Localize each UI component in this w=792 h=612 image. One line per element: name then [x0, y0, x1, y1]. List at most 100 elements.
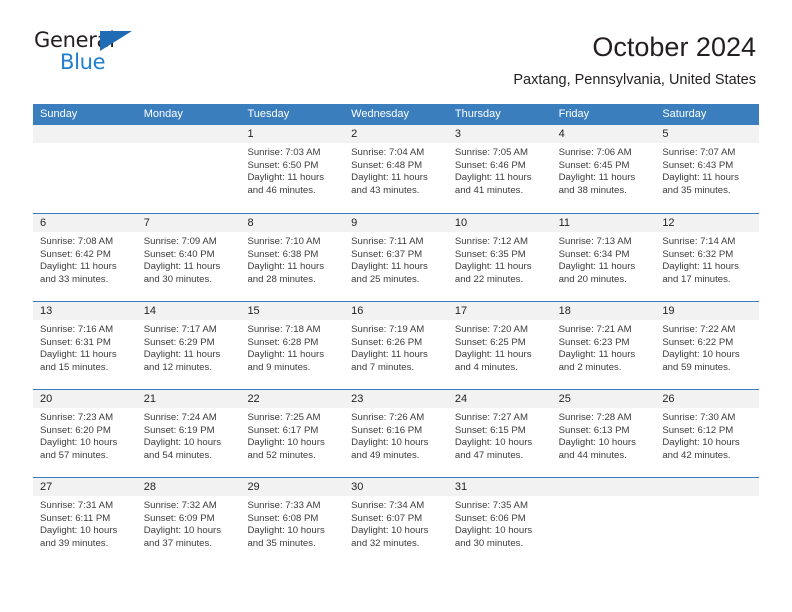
daylight-text-line2: and 35 minutes. [247, 537, 316, 549]
sunrise-text: Sunrise: 7:34 AM [351, 500, 425, 511]
sunset-text: Sunset: 6:07 PM [351, 512, 423, 524]
daylight-text-line2: and 52 minutes. [247, 449, 316, 461]
day-cell-18[interactable]: 18 Sunrise: 7:21 AM Sunset: 6:23 PM Dayligh… [551, 302, 656, 389]
weekday-header-monday: Monday [143, 108, 183, 120]
day-cell-26[interactable]: 26 Sunrise: 7:30 AM Sunset: 6:12 PM Dayligh… [655, 390, 760, 477]
calendar-week-row: 20 Sunrise: 7:23 AM Sunset: 6:20 PM Dayligh… [33, 389, 760, 477]
sunrise-text: Sunrise: 7:11 AM [351, 236, 424, 247]
day-cell-9[interactable]: 9 Sunrise: 7:11 AM Sunset: 6:37 PM Daylight… [344, 214, 448, 301]
general-blue-logo[interactable]: General Blue [34, 28, 146, 76]
sunrise-text: Sunrise: 7:05 AM [454, 147, 528, 158]
daylight-text-line1: Daylight: 11 hours [247, 349, 325, 361]
day-cell-24[interactable]: 24 Sunrise: 7:27 AM Sunset: 6:15 PM Dayligh… [447, 390, 552, 477]
day-cell-4[interactable]: 4 Sunrise: 7:06 AM Sunset: 6:45 PM Daylight… [551, 125, 656, 213]
day-cell-22[interactable]: 22 Sunrise: 7:25 AM Sunset: 6:17 PM Dayligh… [240, 390, 345, 477]
day-cell-27[interactable]: 27 Sunrise: 7:31 AM Sunset: 6:11 PM Dayligh… [33, 478, 137, 565]
day-cell-2[interactable]: 2 Sunrise: 7:04 AM Sunset: 6:48 PM Daylight… [344, 125, 448, 213]
day-details: Sunrise: 7:08 AM Sunset: 6:42 PM Daylight:… [33, 232, 137, 286]
sunrise-text: Sunrise: 7:35 AM [454, 500, 528, 511]
day-details: Sunrise: 7:23 AM Sunset: 6:20 PM Daylight:… [33, 408, 137, 462]
day-cell-13[interactable]: 13 Sunrise: 7:16 AM Sunset: 6:31 PM Dayligh… [33, 302, 137, 389]
sunset-text: Sunset: 6:32 PM [662, 248, 734, 260]
day-cell-1[interactable]: 1 Sunrise: 7:03 AM Sunset: 6:50 PM Daylight… [240, 125, 345, 213]
daylight-text-line1: Daylight: 11 hours [558, 349, 636, 361]
day-details: Sunrise: 7:12 AM Sunset: 6:35 PM Daylight:… [448, 232, 552, 286]
day-cell-15[interactable]: 15 Sunrise: 7:18 AM Sunset: 6:28 PM Dayligh… [240, 302, 345, 389]
sunset-text: Sunset: 6:23 PM [558, 336, 630, 348]
daylight-text-line2: and 59 minutes. [662, 361, 731, 373]
day-number: 4 [551, 125, 656, 143]
sunset-text: Sunset: 6:20 PM [40, 424, 111, 436]
daylight-text-line2: and 15 minutes. [40, 361, 109, 373]
daylight-text-line2: and 30 minutes. [454, 537, 524, 549]
sunrise-text: Sunrise: 7:28 AM [558, 412, 632, 423]
day-details: Sunrise: 7:22 AM Sunset: 6:22 PM Daylight:… [655, 320, 759, 374]
sunrise-text: Sunrise: 7:14 AM [662, 236, 736, 247]
daylight-text-line1: Daylight: 10 hours [351, 437, 429, 449]
day-cell-30[interactable]: 30 Sunrise: 7:34 AM Sunset: 6:07 PM Dayligh… [344, 478, 448, 565]
day-details: Sunrise: 7:14 AM Sunset: 6:32 PM Daylight:… [655, 232, 759, 286]
weekday-header-sunday: Sunday [40, 108, 78, 120]
day-cell-31[interactable]: 31 Sunrise: 7:35 AM Sunset: 6:06 PM Dayligh… [447, 478, 552, 565]
day-details: Sunrise: 7:11 AM Sunset: 6:37 PM Daylight:… [344, 232, 448, 286]
day-cell-23[interactable]: 23 Sunrise: 7:26 AM Sunset: 6:16 PM Dayligh… [344, 390, 448, 477]
day-number: 7 [136, 214, 241, 232]
day-details: Sunrise: 7:27 AM Sunset: 6:15 PM Daylight:… [448, 408, 552, 462]
day-details: Sunrise: 7:19 AM Sunset: 6:26 PM Daylight:… [344, 320, 448, 374]
day-details [137, 143, 241, 147]
sunrise-text: Sunrise: 7:12 AM [454, 236, 528, 247]
page-header: General Blue October 2024 Paxtang, Penns… [0, 0, 792, 104]
sunrise-text: Sunrise: 7:26 AM [351, 412, 425, 423]
day-cell-5[interactable]: 5 Sunrise: 7:07 AM Sunset: 6:43 PM Daylight… [655, 125, 760, 213]
day-cell-12[interactable]: 12 Sunrise: 7:14 AM Sunset: 6:32 PM Dayligh… [655, 214, 760, 301]
day-cell-29[interactable]: 29 Sunrise: 7:33 AM Sunset: 6:08 PM Dayligh… [240, 478, 345, 565]
day-number: 28 [136, 478, 241, 496]
day-number: 14 [136, 302, 241, 320]
day-cell-28[interactable]: 28 Sunrise: 7:32 AM Sunset: 6:09 PM Dayligh… [136, 478, 241, 565]
daylight-text-line2: and 47 minutes. [454, 449, 524, 461]
daylight-text-line2: and 28 minutes. [247, 273, 316, 285]
day-cell-21[interactable]: 21 Sunrise: 7:24 AM Sunset: 6:19 PM Dayligh… [136, 390, 241, 477]
day-number: 3 [447, 125, 552, 143]
day-cell-20[interactable]: 20 Sunrise: 7:23 AM Sunset: 6:20 PM Dayligh… [33, 390, 137, 477]
daylight-text-line1: Daylight: 10 hours [351, 525, 429, 537]
day-cell-3[interactable]: 3 Sunrise: 7:05 AM Sunset: 6:46 PM Daylight… [447, 125, 552, 213]
sunset-text: Sunset: 6:38 PM [247, 248, 319, 260]
day-details: Sunrise: 7:09 AM Sunset: 6:40 PM Daylight:… [137, 232, 241, 286]
daylight-text-line1: Daylight: 10 hours [558, 437, 636, 449]
calendar-week-row: 13 Sunrise: 7:16 AM Sunset: 6:31 PM Dayligh… [33, 301, 760, 389]
day-cell-8[interactable]: 8 Sunrise: 7:10 AM Sunset: 6:38 PM Daylight… [240, 214, 345, 301]
day-cell-empty [136, 125, 241, 213]
daylight-text-line1: Daylight: 10 hours [143, 525, 222, 537]
day-cell-11[interactable]: 11 Sunrise: 7:13 AM Sunset: 6:34 PM Dayligh… [551, 214, 656, 301]
sunrise-text: Sunrise: 7:03 AM [247, 147, 321, 158]
sunset-text: Sunset: 6:46 PM [454, 159, 526, 171]
day-number: 27 [33, 478, 137, 496]
day-cell-7[interactable]: 7 Sunrise: 7:09 AM Sunset: 6:40 PM Daylight… [136, 214, 241, 301]
day-number: 10 [447, 214, 552, 232]
daylight-text-line2: and 49 minutes. [351, 449, 420, 461]
day-number: 2 [344, 125, 448, 143]
daylight-text-line2: and 25 minutes. [351, 273, 420, 285]
day-details: Sunrise: 7:31 AM Sunset: 6:11 PM Daylight:… [33, 496, 137, 550]
day-cell-19[interactable]: 19 Sunrise: 7:22 AM Sunset: 6:22 PM Dayligh… [655, 302, 760, 389]
daylight-text-line1: Daylight: 10 hours [247, 437, 325, 449]
day-cell-6[interactable]: 6 Sunrise: 7:08 AM Sunset: 6:42 PM Daylight… [33, 214, 137, 301]
day-number: 22 [240, 390, 345, 408]
day-cell-14[interactable]: 14 Sunrise: 7:17 AM Sunset: 6:29 PM Dayligh… [136, 302, 241, 389]
day-cell-16[interactable]: 16 Sunrise: 7:19 AM Sunset: 6:26 PM Dayligh… [344, 302, 448, 389]
day-cell-10[interactable]: 10 Sunrise: 7:12 AM Sunset: 6:35 PM Dayligh… [447, 214, 552, 301]
sunrise-text: Sunrise: 7:21 AM [558, 324, 632, 335]
calendar-weeks: 1 Sunrise: 7:03 AM Sunset: 6:50 PM Daylight… [33, 125, 760, 565]
sunrise-text: Sunrise: 7:04 AM [351, 147, 425, 158]
sunrise-text: Sunrise: 7:19 AM [351, 324, 425, 335]
day-details: Sunrise: 7:26 AM Sunset: 6:16 PM Daylight:… [344, 408, 448, 462]
daylight-text-line1: Daylight: 10 hours [247, 525, 325, 537]
daylight-text-line1: Daylight: 11 hours [143, 349, 221, 361]
daylight-text-line2: and 41 minutes. [454, 184, 524, 196]
day-cell-25[interactable]: 25 Sunrise: 7:28 AM Sunset: 6:13 PM Dayligh… [551, 390, 656, 477]
day-cell-17[interactable]: 17 Sunrise: 7:20 AM Sunset: 6:25 PM Dayligh… [447, 302, 552, 389]
sunset-text: Sunset: 6:37 PM [351, 248, 423, 260]
daylight-text-line2: and 12 minutes. [143, 361, 212, 373]
daylight-text-line1: Daylight: 11 hours [454, 349, 532, 361]
